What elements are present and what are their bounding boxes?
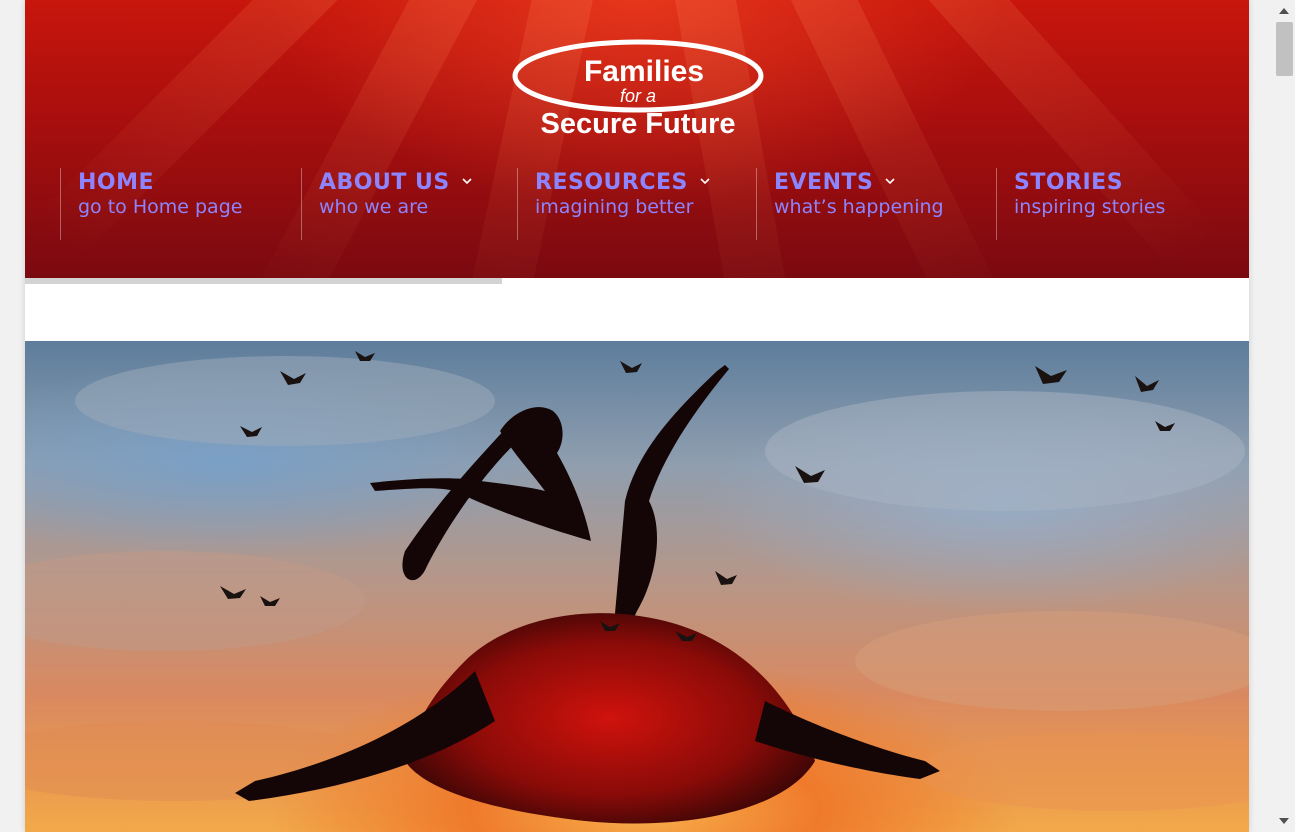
- nav-item-resources[interactable]: RESOURCES imagining better: [517, 168, 757, 240]
- chevron-down-icon: [700, 178, 710, 185]
- site-logo[interactable]: Families for a Secure Future: [512, 36, 764, 140]
- chevron-down-icon: [462, 178, 472, 185]
- dancer-silhouette-image: [25, 351, 1249, 824]
- hero-image: [25, 341, 1249, 832]
- nav-events-subtitle: what’s happening: [774, 196, 944, 218]
- nav-item-stories[interactable]: STORIES inspiring stories: [996, 168, 1216, 240]
- scroll-progress-bar: [25, 278, 502, 284]
- nav-stories-title: STORIES: [1014, 170, 1124, 195]
- logo-line-families: Families: [584, 55, 704, 88]
- nav-stories-subtitle: inspiring stories: [1014, 196, 1166, 218]
- page: Families for a Secure Future HOME go to …: [25, 0, 1249, 832]
- scrollbar[interactable]: [1274, 0, 1295, 832]
- nav-home-title: HOME: [78, 170, 155, 195]
- nav-about-subtitle: who we are: [319, 196, 429, 218]
- scroll-down-arrow-icon[interactable]: [1279, 818, 1289, 824]
- nav-item-home[interactable]: HOME go to Home page: [60, 168, 302, 240]
- logo-line-for-a: for a: [620, 86, 656, 106]
- nav-events-title: EVENTS: [774, 170, 874, 195]
- nav-resources-subtitle: imagining better: [535, 196, 694, 218]
- nav-item-about-us[interactable]: ABOUT US who we are: [301, 168, 517, 240]
- logo-line-secure-future: Secure Future: [541, 108, 736, 140]
- scrollbar-thumb[interactable]: [1276, 22, 1293, 76]
- site-header: Families for a Secure Future HOME go to …: [25, 0, 1249, 278]
- chevron-down-icon: [885, 178, 895, 185]
- nav-home-subtitle: go to Home page: [78, 196, 243, 218]
- scroll-up-arrow-icon[interactable]: [1279, 8, 1289, 14]
- nav-item-events[interactable]: EVENTS what’s happening: [756, 168, 996, 240]
- nav-about-title: ABOUT US: [319, 170, 450, 195]
- nav-resources-title: RESOURCES: [535, 170, 688, 195]
